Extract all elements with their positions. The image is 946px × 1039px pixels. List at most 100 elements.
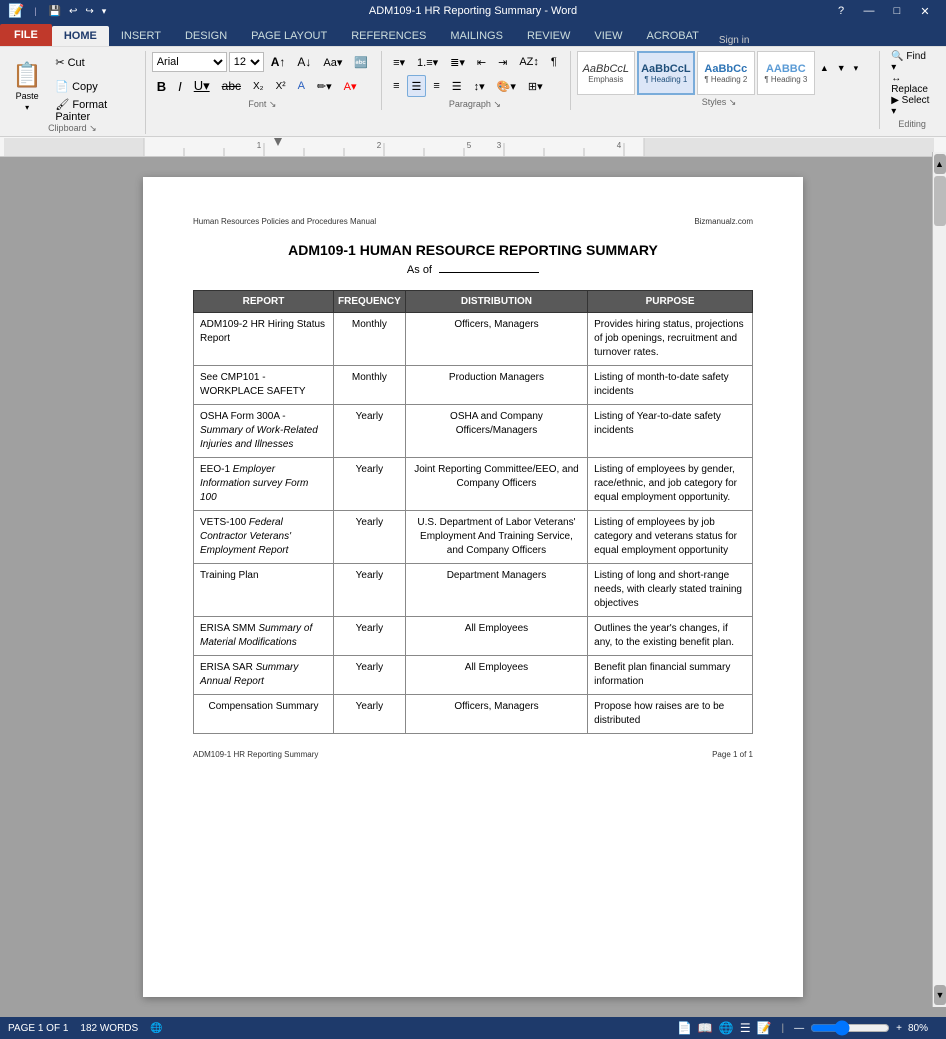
tab-page-layout[interactable]: PAGE LAYOUT	[239, 26, 339, 46]
replace-button[interactable]: ↔ Replace	[886, 73, 938, 95]
align-right-button[interactable]: ≡	[428, 75, 444, 97]
help-icon[interactable]: ?	[828, 0, 854, 22]
view-full-reading[interactable]: 📖	[698, 1021, 713, 1035]
zoom-decrease-button[interactable]: —	[794, 1023, 804, 1034]
header-left: Human Resources Policies and Procedures …	[193, 217, 376, 226]
styles-scroll-up[interactable]: ▲	[817, 62, 832, 84]
font-size-select[interactable]: 12	[229, 52, 264, 72]
tab-view[interactable]: VIEW	[582, 26, 634, 46]
styles-scroll-down[interactable]: ▼	[834, 62, 849, 84]
cell-report: ERISA SAR Summary Annual Report	[194, 656, 334, 695]
document-asof: As of	[193, 264, 753, 276]
sign-in[interactable]: Sign in	[711, 35, 758, 46]
tab-acrobat[interactable]: ACROBAT	[634, 26, 710, 46]
cell-distribution: Officers, Managers	[405, 695, 587, 734]
status-left: PAGE 1 OF 1 182 WORDS 🌐	[8, 1023, 163, 1034]
status-bar: PAGE 1 OF 1 182 WORDS 🌐 📄 📖 🌐 ☰ 📝 | — + …	[0, 1017, 946, 1039]
show-marks-button[interactable]: ¶	[546, 51, 562, 73]
zoom-increase-button[interactable]: +	[896, 1023, 902, 1034]
view-print-layout[interactable]: 📄	[677, 1021, 692, 1035]
paste-button[interactable]: 📋 Paste ▾	[8, 60, 46, 112]
table-row: EEO-1 Employer Information survey Form 1…	[194, 458, 753, 511]
document-title: ADM109-1 HUMAN RESOURCE REPORTING SUMMAR…	[193, 242, 753, 258]
numbering-button[interactable]: 1.≡▾	[412, 51, 443, 73]
document-footer: ADM109-1 HR Reporting Summary Page 1 of …	[193, 750, 753, 759]
decrease-font-button[interactable]: A↓	[292, 51, 316, 73]
text-highlight-button[interactable]: ✏▾	[312, 75, 337, 97]
cell-distribution: Officers, Managers	[405, 313, 587, 366]
zoom-slider[interactable]	[810, 1022, 890, 1034]
clear-format-button[interactable]: 🔤	[349, 51, 373, 73]
vertical-scrollbar[interactable]: ▲ ▼	[932, 157, 946, 1007]
cell-distribution: All Employees	[405, 617, 587, 656]
font-group: Arial 12 A↑ A↓ Aa▾ 🔤 B I U▾ abc X₂ X² A …	[152, 51, 382, 110]
underline-button[interactable]: U▾	[189, 75, 215, 97]
styles-group: AaBbCcL Emphasis AaBbCcL ¶ Heading 1 AaB…	[577, 51, 869, 108]
tab-references[interactable]: REFERENCES	[339, 26, 438, 46]
superscript-button[interactable]: X²	[271, 75, 291, 97]
style-heading1[interactable]: AaBbCcL ¶ Heading 1	[637, 51, 695, 95]
copy-button[interactable]: 📄 Copy	[50, 75, 136, 97]
increase-font-button[interactable]: A↑	[266, 51, 291, 73]
title-bar-left: 📝 | 💾 ↩ ↪ ▾	[8, 3, 108, 19]
ribbon: FILE HOME INSERT DESIGN PAGE LAYOUT REFE…	[0, 22, 946, 137]
subscript-button[interactable]: X₂	[248, 75, 269, 97]
align-left-button[interactable]: ≡	[388, 75, 404, 97]
text-effect-button[interactable]: A	[293, 75, 310, 97]
tab-home[interactable]: HOME	[52, 26, 109, 46]
decrease-indent-button[interactable]: ⇤	[472, 51, 491, 73]
col-header-frequency: FREQUENCY	[333, 291, 405, 313]
tab-design[interactable]: DESIGN	[173, 26, 239, 46]
view-draft[interactable]: 📝	[757, 1021, 772, 1035]
tab-insert[interactable]: INSERT	[109, 26, 173, 46]
increase-indent-button[interactable]: ⇥	[493, 51, 512, 73]
view-web-layout[interactable]: 🌐	[719, 1021, 734, 1035]
table-row: ERISA SMM Summary of Material Modificati…	[194, 617, 753, 656]
clipboard-label: Clipboard ↘	[8, 123, 137, 134]
tab-file[interactable]: FILE	[0, 24, 52, 46]
tab-review[interactable]: REVIEW	[515, 26, 582, 46]
font-color-button[interactable]: A▾	[339, 75, 362, 97]
style-heading3[interactable]: AABBC ¶ Heading 3	[757, 51, 815, 95]
sort-button[interactable]: AZ↕	[514, 51, 544, 73]
quick-undo-icon[interactable]: ↩	[69, 6, 77, 17]
italic-button[interactable]: I	[173, 75, 187, 97]
customize-icon[interactable]: ▾	[102, 6, 107, 17]
bold-button[interactable]: B	[152, 75, 171, 97]
view-outline[interactable]: ☰	[740, 1021, 751, 1035]
style-emphasis[interactable]: AaBbCcL Emphasis	[577, 51, 635, 95]
col-header-purpose: PURPOSE	[588, 291, 753, 313]
quick-save-icon[interactable]: 💾	[49, 6, 61, 17]
language-indicator: 🌐	[150, 1023, 162, 1034]
minimize-button[interactable]: —	[856, 0, 882, 22]
line-spacing-button[interactable]: ↕▾	[469, 75, 490, 97]
find-button[interactable]: 🔍 Find ▾	[886, 51, 938, 73]
cell-frequency: Monthly	[333, 366, 405, 405]
format-painter-button[interactable]: 🖌 Format Painter	[50, 99, 136, 121]
cell-frequency: Yearly	[333, 458, 405, 511]
strikethrough-button[interactable]: abc	[217, 75, 246, 97]
select-button[interactable]: ▶ Select ▾	[886, 95, 938, 117]
style-heading2[interactable]: AaBbCc ¶ Heading 2	[697, 51, 755, 95]
styles-more[interactable]: ▾	[851, 62, 862, 84]
borders-button[interactable]: ⊞▾	[523, 75, 548, 97]
zoom-level[interactable]: 80%	[908, 1023, 938, 1034]
change-case-button[interactable]: Aa▾	[318, 51, 347, 73]
footer-right: Page 1 of 1	[712, 750, 753, 759]
tab-mailings[interactable]: MAILINGS	[438, 26, 515, 46]
shading-button[interactable]: 🎨▾	[492, 75, 521, 97]
justify-button[interactable]: ☰	[447, 75, 467, 97]
bullets-button[interactable]: ≡▾	[388, 51, 410, 73]
svg-text:2: 2	[377, 141, 382, 150]
cell-report: See CMP101 - WORKPLACE SAFETY	[194, 366, 334, 405]
scrollbar-thumb[interactable]	[934, 176, 946, 226]
font-family-select[interactable]: Arial	[152, 52, 227, 72]
editing-label: Editing	[886, 119, 938, 129]
close-button[interactable]: ✕	[912, 0, 938, 22]
multilevel-list-button[interactable]: ≣▾	[445, 51, 470, 73]
restore-button[interactable]: □	[884, 0, 910, 22]
quick-redo-icon[interactable]: ↪	[85, 6, 93, 17]
cell-distribution: OSHA and Company Officers/Managers	[405, 405, 587, 458]
align-center-button[interactable]: ☰	[407, 75, 427, 97]
cut-button[interactable]: ✂ Cut	[50, 51, 136, 73]
